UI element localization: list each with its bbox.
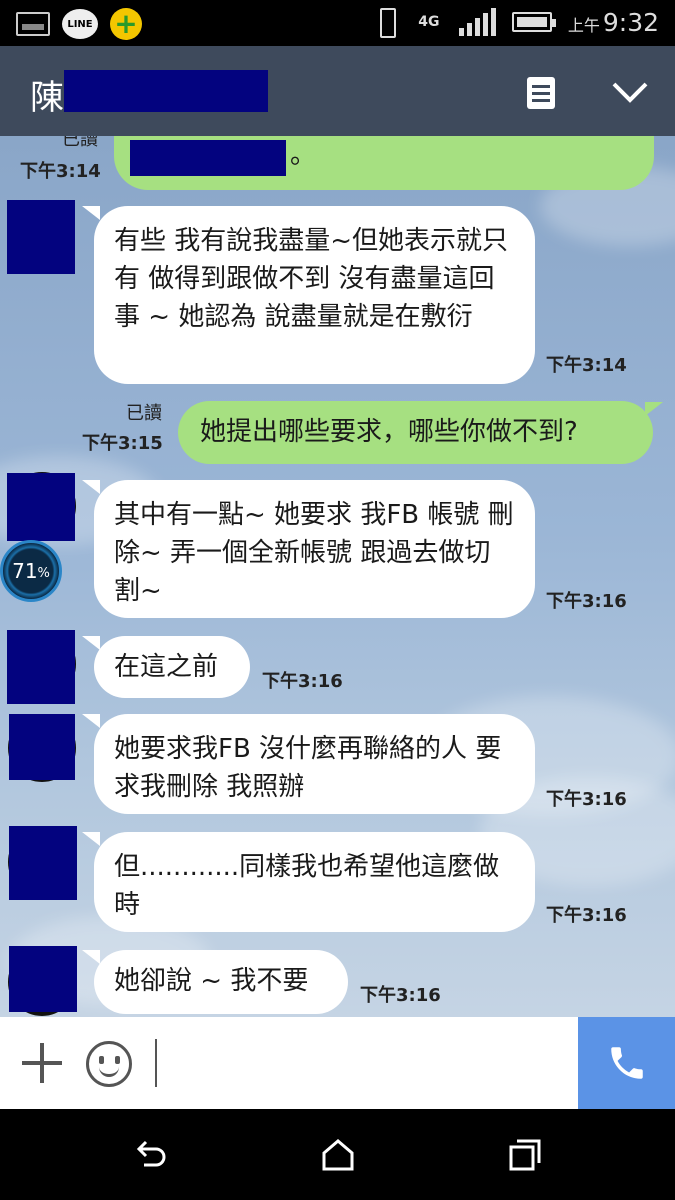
message-input-bar	[0, 1017, 675, 1109]
plus-app-icon: +	[110, 8, 142, 40]
message-bubble-incoming[interactable]: 她要求我FB 沒什麼再聯絡的人 要求我刪除 我照辦	[94, 714, 535, 814]
message-time: 下午3:16	[546, 905, 627, 926]
avatar[interactable]	[9, 714, 75, 780]
message-time: 下午3:16	[546, 591, 627, 612]
overlay-value: 71	[12, 559, 38, 583]
message-text: 在這之前	[114, 652, 219, 682]
message-bubble-incoming[interactable]: 有些 我有說我盡量~但她表示就只有 做得到跟做不到 沒有盡量這回事 ~ 她認為 …	[94, 206, 535, 384]
avatar[interactable]	[7, 630, 75, 704]
message-text: 但............同樣我也希望他這麼做時	[114, 852, 500, 920]
home-icon[interactable]	[318, 1135, 358, 1175]
message-time: 下午3:16	[262, 671, 343, 692]
chevron-down-icon[interactable]	[610, 74, 650, 108]
message-input[interactable]	[155, 1039, 157, 1087]
message-bubble-incoming[interactable]: 在這之前	[94, 636, 250, 698]
system-nav-bar	[0, 1109, 675, 1200]
message-text: 其中有一點~ 她要求 我FB 帳號 刪除~ 弄一個全新帳號 跟過去做切割~	[114, 500, 514, 606]
signal-icon	[458, 8, 496, 36]
message-text: 她要求我FB 沒什麼再聯絡的人 要求我刪除 我照辦	[114, 734, 502, 802]
read-receipt: 已讀	[126, 403, 162, 424]
redacted-name	[64, 70, 268, 112]
call-button[interactable]	[578, 1017, 675, 1109]
emoji-icon[interactable]	[86, 1041, 132, 1087]
chat-title: 陳	[30, 78, 64, 118]
message-text: 。	[290, 140, 317, 170]
clock-time: 9:32	[602, 7, 659, 37]
line-app-label: LINE	[67, 18, 93, 30]
gallery-icon	[16, 9, 50, 39]
message-text: 她卻說 ~ 我不要	[114, 966, 309, 996]
plus-icon[interactable]	[22, 1043, 62, 1083]
battery-overlay-widget[interactable]: 71%	[0, 540, 62, 602]
battery-icon	[511, 12, 556, 32]
message-time: 下午3:16	[360, 985, 441, 1006]
line-app-icon: LINE	[62, 9, 98, 39]
vibrate-icon	[373, 6, 399, 38]
message-text: 她提出哪些要求，哪些你做不到?	[200, 417, 578, 447]
phone-icon	[610, 1047, 643, 1079]
avatar[interactable]	[9, 946, 77, 1012]
system-icons: 4G 上午 9:32	[373, 6, 659, 38]
status-bar: LINE + 4G 上午 9:32	[0, 0, 675, 46]
avatar[interactable]	[7, 473, 75, 541]
clock: 上午 9:32	[568, 8, 659, 37]
read-receipt: 已讀	[62, 136, 98, 150]
note-icon[interactable]	[527, 77, 555, 109]
message-bubble-incoming[interactable]: 她卻說 ~ 我不要	[94, 950, 348, 1014]
overlay-unit: %	[37, 566, 50, 581]
message-bubble-outgoing[interactable]: 她提出哪些要求，哪些你做不到?	[178, 401, 653, 464]
avatar[interactable]	[9, 826, 77, 900]
message-time: 下午3:16	[546, 789, 627, 810]
avatar[interactable]	[7, 200, 75, 274]
message-time: 下午3:15	[82, 433, 163, 454]
back-icon[interactable]	[130, 1135, 170, 1175]
chat-header: 陳	[0, 46, 675, 136]
notification-icons: LINE +	[16, 8, 142, 40]
message-time: 下午3:14	[20, 161, 101, 182]
message-time: 下午3:14	[546, 355, 627, 376]
network-type-label: 4G	[418, 14, 440, 30]
message-bubble-incoming[interactable]: 其中有一點~ 她要求 我FB 帳號 刪除~ 弄一個全新帳號 跟過去做切割~	[94, 480, 535, 618]
message-text: 有些 我有說我盡量~但她表示就只有 做得到跟做不到 沒有盡量這回事 ~ 她認為 …	[114, 226, 509, 332]
message-bubble-outgoing[interactable]: 。	[114, 136, 654, 190]
chat-area[interactable]: 已讀 下午3:14 。 有些 我有說我盡量~但她表示就只有 做得到跟做不到 沒有…	[0, 136, 675, 1017]
redacted-text	[130, 140, 286, 176]
clock-period: 上午	[567, 15, 600, 35]
recents-icon[interactable]	[505, 1135, 545, 1175]
message-bubble-incoming[interactable]: 但............同樣我也希望他這麼做時	[94, 832, 535, 932]
